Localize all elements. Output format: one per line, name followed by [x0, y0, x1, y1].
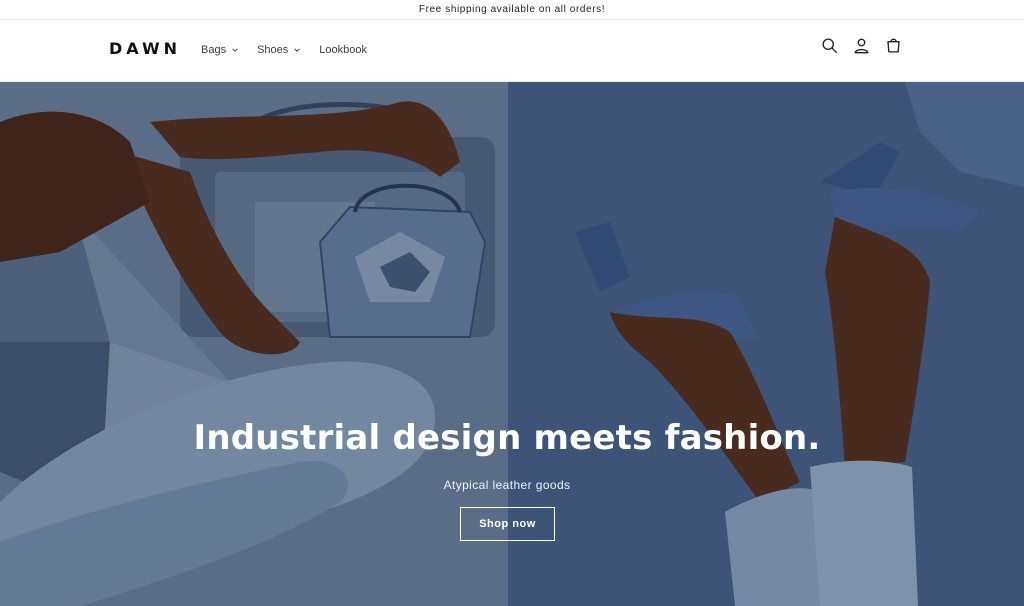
announcement-bar: Free shipping available on all orders! [0, 0, 1024, 20]
header-icons [820, 36, 903, 55]
hero-content: Industrial design meets fashion. Atypica… [0, 416, 1014, 492]
site-header: DAWN Bags Shoes Lookbook [0, 20, 1024, 82]
store-logo[interactable]: DAWN [109, 39, 181, 58]
chevron-down-icon [294, 48, 301, 52]
announcement-text: Free shipping available on all orders! [418, 4, 606, 15]
nav-item-bags[interactable]: Bags [201, 44, 239, 56]
nav-item-label: Lookbook [319, 44, 367, 56]
nav-item-label: Bags [201, 44, 227, 56]
hero-title: Industrial design meets fashion. [193, 418, 821, 458]
account-icon[interactable] [852, 36, 871, 55]
nav-item-label: Shoes [257, 44, 289, 56]
nav-item-shoes[interactable]: Shoes [257, 44, 301, 56]
shop-now-button[interactable]: Shop now [460, 507, 555, 541]
hero-subtitle: Atypical leather goods [443, 478, 571, 492]
cart-icon[interactable] [884, 36, 903, 55]
chevron-down-icon [232, 48, 238, 52]
main-nav: Bags Shoes Lookbook [201, 44, 367, 56]
hero-banner: Industrial design meets fashion. Atypica… [0, 82, 1024, 606]
search-icon[interactable] [820, 36, 839, 55]
nav-item-lookbook[interactable]: Lookbook [319, 44, 367, 56]
